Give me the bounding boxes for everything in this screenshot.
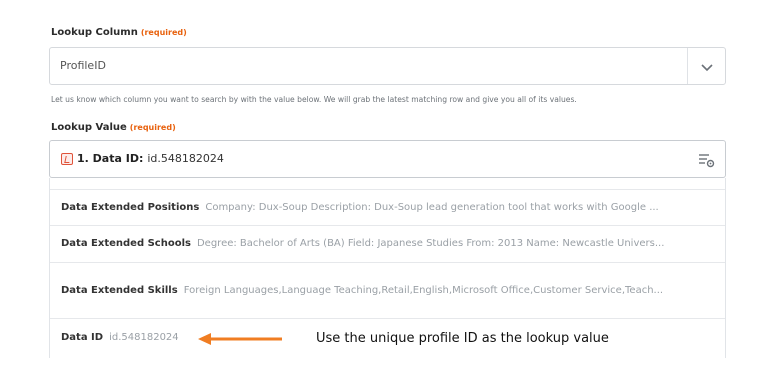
chevron-down-icon[interactable] — [700, 60, 714, 74]
list-item-key: Data Extended Schools — [61, 238, 191, 249]
list-item-value: 1574791800826 — [153, 178, 236, 181]
list-item-key: Data Visit Time — [61, 178, 147, 181]
data-pill[interactable]: 1. Data ID: id.548182024 — [61, 152, 224, 165]
select-divider — [687, 48, 688, 84]
lookup-column-help-text: Let us know which column you want to sea… — [51, 95, 577, 104]
list-item-key: Data Extended Skills — [61, 285, 178, 296]
field-options-icon[interactable] — [697, 151, 715, 169]
lookup-value-field[interactable]: 1. Data ID: id.548182024 — [49, 140, 726, 178]
lookup-column-value: ProfileID — [60, 59, 106, 72]
required-tag: (required) — [129, 123, 176, 132]
list-item-key: Data ID — [61, 332, 104, 343]
annotation-text: Use the unique profile ID as the lookup … — [316, 331, 609, 346]
pill-label: 1. Data ID: — [77, 152, 144, 165]
lookup-column-label: Lookup Column (required) — [51, 27, 187, 38]
list-item-key: Data Extended Positions — [61, 202, 200, 213]
list-item-value: Foreign Languages,Language Teaching,Reta… — [183, 285, 664, 296]
lookup-value-label-text: Lookup Value — [51, 122, 127, 133]
list-item-value: Degree: Bachelor of Arts (BA) Field: Jap… — [196, 238, 665, 249]
pill-value: id.548182024 — [147, 152, 224, 165]
list-item[interactable]: Data Extended Positions Company: Dux-Soup… — [50, 190, 725, 226]
list-item[interactable]: Data Extended Schools Degree: Bachelor of… — [50, 226, 725, 263]
required-tag: (required) — [140, 28, 187, 37]
lookup-value-label: Lookup Value (required) — [51, 122, 176, 133]
arrow-left-icon — [198, 333, 282, 345]
lookup-column-select[interactable]: ProfileID — [49, 47, 726, 85]
lookup-column-label-text: Lookup Column — [51, 27, 138, 38]
list-item-value: id.548182024 — [109, 332, 179, 343]
list-item[interactable]: Data Visit Time 1574791800826 — [50, 178, 725, 190]
data-source-icon — [61, 152, 73, 165]
list-item-value: Company: Dux-Soup Description: Dux-Soup … — [205, 202, 659, 213]
list-item[interactable]: Data Extended Skills Foreign Languages,La… — [50, 263, 725, 319]
